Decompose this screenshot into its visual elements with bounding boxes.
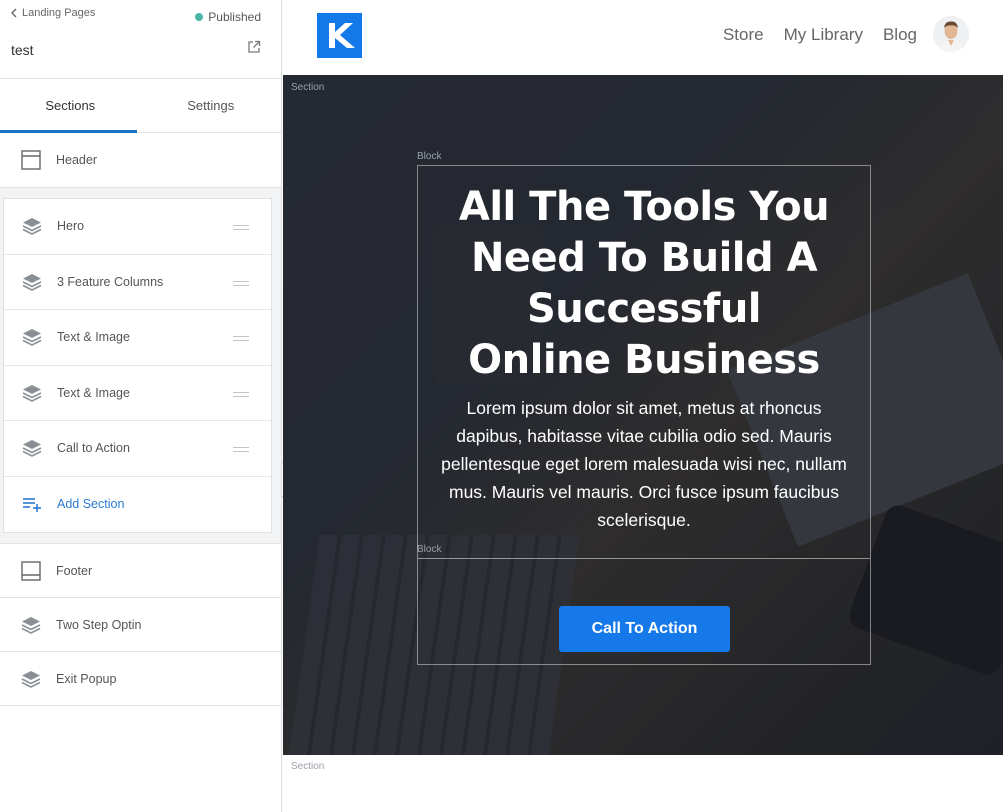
tab-settings[interactable]: Settings [141, 79, 282, 132]
publish-status: Published [195, 10, 261, 24]
add-section-button[interactable]: Add Section [4, 477, 271, 533]
call-to-action-button[interactable]: Call To Action [559, 606, 730, 652]
back-to-landing-pages-link[interactable]: Landing Pages [10, 7, 95, 19]
drag-handle-icon[interactable] [233, 225, 249, 230]
sidebar-item-label: Exit Popup [56, 671, 117, 686]
layers-icon [21, 271, 43, 293]
status-label: Published [208, 10, 261, 24]
section-item-call-to-action[interactable]: Call to Action [4, 421, 271, 477]
editor-sidebar: Landing Pages Published test Sections Se… [0, 0, 282, 812]
brand-k-icon [329, 23, 355, 48]
section-item-text-image-1[interactable]: Text & Image [4, 310, 271, 366]
section-label: Section [291, 761, 325, 772]
back-link-label: Landing Pages [22, 7, 96, 19]
chevron-left-icon [11, 8, 17, 18]
page-preview-canvas: Store My Library Blog Section Block Bloc… [283, 0, 1003, 812]
section-item-feature-columns[interactable]: 3 Feature Columns [4, 255, 271, 310]
drag-handle-icon[interactable] [233, 280, 249, 286]
section-item-label: 3 Feature Columns [57, 274, 164, 289]
drag-handle-icon[interactable] [233, 447, 249, 452]
hero-title: All The Tools You Need To Build A Succes… [458, 184, 830, 383]
page-name: test [11, 42, 34, 58]
add-section-label: Add Section [57, 497, 125, 512]
section-item-label: Text & Image [57, 385, 130, 400]
user-avatar[interactable] [933, 16, 969, 52]
section-item-text-image-2[interactable]: Text & Image [4, 366, 271, 421]
section-item-hero[interactable]: Hero [4, 199, 271, 255]
layers-icon [21, 326, 43, 348]
drag-handle-icon[interactable] [233, 391, 249, 397]
status-dot-icon [195, 13, 204, 21]
sidebar-header: Landing Pages Published test [0, 0, 281, 79]
hero-section[interactable]: Section Block Block All The Tools You Ne… [283, 75, 1003, 755]
section-item-label: Hero [57, 219, 85, 234]
user-photo-icon [933, 16, 969, 52]
nav-link-store[interactable]: Store [723, 25, 764, 45]
drag-handle-icon[interactable] [233, 336, 249, 341]
layers-icon [20, 668, 42, 690]
tab-sections[interactable]: Sections [0, 79, 141, 132]
section-item-label: Text & Image [57, 330, 130, 345]
add-list-icon [21, 493, 43, 515]
site-header[interactable]: Store My Library Blog [283, 0, 1003, 75]
block-divider [418, 558, 870, 559]
external-link-icon[interactable] [247, 40, 261, 54]
block-label: Block [417, 151, 442, 162]
sidebar-item-footer[interactable]: Footer [0, 544, 281, 598]
site-nav: Store My Library Blog [723, 25, 917, 45]
section-item-label: Call to Action [57, 441, 130, 456]
sidebar-item-label: Footer [56, 563, 93, 578]
next-section[interactable]: Section [283, 755, 1003, 812]
sidebar-item-label: Header [56, 153, 97, 167]
hero-body: Lorem ipsum dolor sit amet, metus at rho… [441, 398, 847, 530]
sidebar-item-two-step-optin[interactable]: Two Step Optin [0, 598, 281, 652]
hero-block[interactable]: All The Tools You Need To Build A Succes… [417, 165, 871, 665]
layout-header-icon [20, 149, 42, 171]
brand-logo[interactable] [317, 13, 362, 58]
sections-list: Hero 3 Feature Columns Text & Image Text… [3, 198, 272, 533]
sections-group: Hero 3 Feature Columns Text & Image Text… [0, 188, 281, 544]
layout-footer-icon [20, 560, 42, 582]
nav-link-blog[interactable]: Blog [883, 25, 917, 45]
sidebar-item-exit-popup[interactable]: Exit Popup [0, 652, 281, 706]
section-label: Section [291, 82, 325, 93]
layers-icon [20, 614, 42, 636]
layers-icon [21, 382, 43, 404]
sidebar-item-label: Two Step Optin [56, 617, 142, 632]
sidebar-item-header[interactable]: Header [0, 133, 281, 188]
layers-icon [21, 437, 43, 459]
sidebar-tabs: Sections Settings [0, 79, 281, 133]
nav-link-my-library[interactable]: My Library [784, 25, 863, 45]
layers-icon [21, 215, 43, 237]
